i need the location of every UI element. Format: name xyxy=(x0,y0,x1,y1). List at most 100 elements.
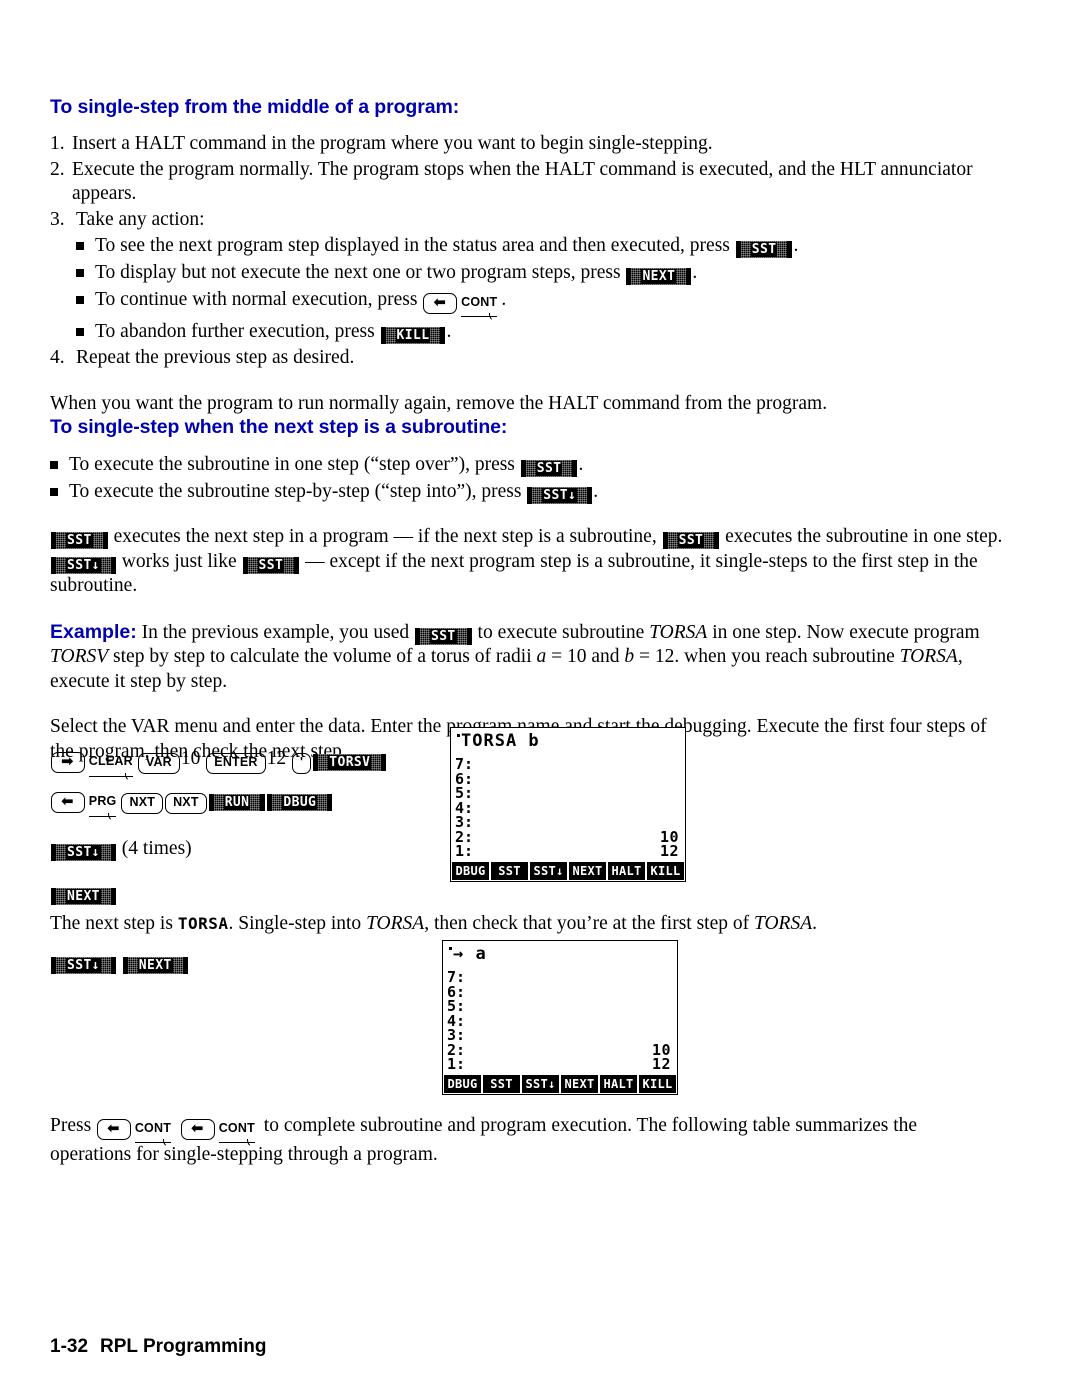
menu-key-next[interactable]: NEXT xyxy=(51,888,116,905)
display-stack: 7: 6: 5: 4: 3: 2: 10 1: 12 xyxy=(451,755,685,859)
display-menu-bar: DBUG SST SST↓ NEXT HALT KILL xyxy=(451,862,685,881)
softkey-halt[interactable]: HALT xyxy=(608,862,645,880)
paragraph-press-cont: Press ⬅ CONT ⬅ CONT to complete subroutine… xyxy=(50,1114,980,1167)
right-arrow-icon: ➡ xyxy=(61,752,74,770)
bullet-text-lead: To display but not execute the next one … xyxy=(95,262,626,283)
softkey-next[interactable]: NEXT xyxy=(561,1075,598,1093)
left-shift-key[interactable]: ⬅ xyxy=(51,792,85,813)
next-step-text-3: , then check that you’re at the first st… xyxy=(424,913,754,934)
left-arrow-icon: ⬅ xyxy=(61,792,74,810)
menu-key-sst[interactable]: SST xyxy=(735,241,793,258)
tick-mark-icon xyxy=(449,947,452,950)
footer-title: RPL Programming xyxy=(100,1336,267,1357)
menu-key-sst-down[interactable]: SST↓ xyxy=(51,556,116,574)
paragraph-sst-explanation: SST executes the next step in a program … xyxy=(50,525,1010,599)
bullet-text-tail: . xyxy=(593,481,599,502)
left-shift-key[interactable]: ⬅ xyxy=(180,1119,215,1140)
left-arrow-icon: ⬅ xyxy=(433,293,447,311)
menu-key-sst[interactable]: SST xyxy=(51,532,108,549)
keystroke-row-3: SST↓ (4 times) xyxy=(50,835,430,863)
next-step-text-1: The next step is xyxy=(50,913,178,934)
list-text: Repeat the previous step as desired. xyxy=(76,347,355,368)
menu-key-sst-down[interactable]: SST↓ xyxy=(51,957,116,974)
keystroke-row-1: ➡ CLEAR VAR 10 ENTER 12 ' TORSV xyxy=(50,745,430,782)
stack-row: 7: xyxy=(455,757,679,772)
paragraph-next-step: The next step is TORSA. Single-step into… xyxy=(50,912,1010,937)
menu-key-sst-down[interactable]: SST↓ xyxy=(527,487,593,504)
square-bullet-icon xyxy=(76,287,95,317)
softkey-dbug[interactable]: DBUG xyxy=(452,862,489,880)
menu-key-next[interactable]: NEXT xyxy=(122,957,188,974)
page-number: 1-32 xyxy=(50,1336,89,1357)
menu-key-sst-down[interactable]: SST↓ xyxy=(51,844,116,861)
menu-key-run[interactable]: RUN xyxy=(208,794,266,811)
menu-key-sst[interactable]: SST xyxy=(520,460,578,477)
ordered-list-item: 4. Repeat the previous step as desired. xyxy=(50,346,1010,371)
softkey-dbug[interactable]: DBUG xyxy=(444,1075,481,1093)
stack-row: 6: xyxy=(447,984,671,1000)
left-shift-key[interactable]: ⬅ xyxy=(97,1119,131,1140)
program-name-torsa: TORSA xyxy=(366,913,425,934)
softkey-sst[interactable]: SST xyxy=(483,1075,520,1093)
bullet-item-next: To display but not execute the next one … xyxy=(50,260,1010,285)
stack-row: 2: 10 xyxy=(447,1042,671,1058)
shift-label-prg: PRG xyxy=(88,787,117,822)
stack-value: 12 xyxy=(651,1055,671,1073)
press-cont-text-2: to complete subroutine and program execu… xyxy=(50,1115,918,1165)
menu-key-torsv[interactable]: TORSV xyxy=(313,754,387,771)
bullet-text-tail: . xyxy=(578,454,584,475)
square-bullet-icon xyxy=(50,452,69,477)
value-12: 12 xyxy=(266,748,287,769)
bullet-text: To continue with normal execution, press… xyxy=(95,287,1010,322)
bullet-text-lead: To see the next program step displayed i… xyxy=(95,235,735,256)
softkey-kill[interactable]: KILL xyxy=(639,1075,676,1093)
softkey-kill[interactable]: KILL xyxy=(647,862,684,880)
next-step-text-4: . xyxy=(812,913,818,934)
page-content: To single-step from the middle of a prog… xyxy=(50,96,1010,764)
menu-key-sst[interactable]: SST xyxy=(414,627,472,645)
menu-key-kill[interactable]: KILL xyxy=(380,327,446,344)
example-text-2: to execute subroutine xyxy=(472,621,650,643)
square-bullet-icon xyxy=(76,233,95,258)
ordered-list-item: 2. Execute the program normally. The pro… xyxy=(50,158,1010,207)
softkey-next[interactable]: NEXT xyxy=(569,862,606,880)
bullet-text: To see the next program step displayed i… xyxy=(95,233,1010,258)
bullet-item-step-into: To execute the subroutine step-by-step (… xyxy=(50,479,1010,504)
paragraph-example: Example: In the previous example, you us… xyxy=(50,620,1010,695)
display-header: → a xyxy=(443,941,677,968)
keystroke-sequence-block: ➡ CLEAR VAR 10 ENTER 12 ' TORSV ⬅ PRG NXT NXT RUN… xyxy=(50,745,430,915)
nxt-key[interactable]: NXT xyxy=(165,793,207,814)
menu-key-sst[interactable]: SST xyxy=(662,532,720,549)
menu-key-sst[interactable]: SST xyxy=(242,556,300,574)
var-key[interactable]: VAR xyxy=(137,753,180,774)
stack-row: 4: xyxy=(447,1013,671,1029)
menu-key-next[interactable]: NEXT xyxy=(626,268,692,285)
menu-key-dbug[interactable]: DBUG xyxy=(267,794,333,811)
bullet-item-step-over: To execute the subroutine in one step (“… xyxy=(50,452,1010,477)
left-shift-key[interactable]: ⬅ xyxy=(423,293,458,314)
stack-row: 3: xyxy=(455,815,679,830)
program-name-torsa: TORSA xyxy=(649,621,708,643)
bullet-text: To execute the subroutine step-by-step (… xyxy=(69,479,1010,504)
stack-row: 1: 12 xyxy=(447,1057,671,1072)
keystroke-row-4: NEXT xyxy=(50,879,430,907)
softkey-halt[interactable]: HALT xyxy=(600,1075,637,1093)
softkey-sst[interactable]: SST xyxy=(491,862,528,880)
stack-row: 5: xyxy=(455,786,679,801)
right-shift-key[interactable]: ➡ xyxy=(51,752,85,773)
stack-row: 2: 10 xyxy=(455,829,679,845)
ordered-list-item: 3. Take any action: xyxy=(50,208,1010,233)
tick-mark-icon xyxy=(457,734,460,737)
shift-label-cont: CONT xyxy=(218,1116,255,1147)
enter-key[interactable]: ENTER xyxy=(206,753,266,774)
example-label: Example: xyxy=(50,620,137,643)
softkey-sst-down[interactable]: SST↓ xyxy=(522,1075,559,1093)
softkey-sst-down[interactable]: SST↓ xyxy=(530,862,567,880)
display-header-text: → a xyxy=(453,944,487,964)
bullet-text-lead: To continue with normal execution, press xyxy=(95,289,423,310)
stack-row: 5: xyxy=(447,999,671,1014)
example-text-3: in one step. Now execute program xyxy=(707,621,980,643)
display-stack: 7: 6: 5: 4: 3: 2: 10 1: 12 xyxy=(443,968,677,1072)
nxt-key[interactable]: NXT xyxy=(121,793,164,814)
tick-key[interactable]: ' xyxy=(292,753,312,774)
